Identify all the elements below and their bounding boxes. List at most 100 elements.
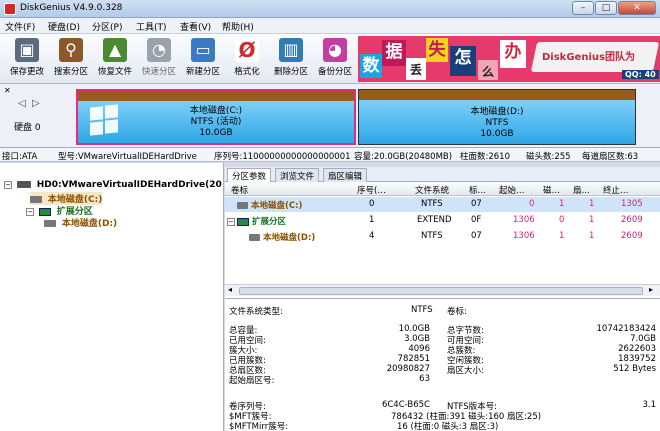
save-button[interactable]: ▣ 保存更改 (6, 38, 48, 82)
minimize-button[interactable]: – (572, 1, 594, 15)
banner-qq: QQ: 40 (622, 70, 659, 79)
detail-value: 3.0GB (404, 334, 430, 344)
menu-disk[interactable]: 硬盘(D) (48, 20, 80, 33)
row-num: 1 (369, 215, 375, 225)
tab-partition-params[interactable]: 分区参数 (227, 168, 272, 182)
extended-partition-icon (237, 217, 249, 226)
partition-table: 卷标 序号(… 文件系统 标… 起始… 磁… 扇… 终止… 本地磁盘(C:) 0… (225, 182, 660, 298)
row-num: 0 (369, 199, 375, 209)
row-label: 本地磁盘(C:) (251, 201, 303, 211)
collapse-icon[interactable]: − (227, 217, 235, 226)
panel-close-icon[interactable]: ✕ (4, 86, 11, 95)
row-id: 0F (471, 215, 482, 225)
format-icon: Ø (235, 38, 259, 62)
prev-disk-icon[interactable]: ◁ (18, 98, 26, 109)
partition-c-fs: NTFS (活动) (190, 117, 242, 127)
row-fs: EXTEND (417, 215, 452, 225)
promo-banner[interactable]: 数 据 丢 失 怎 么 办 DiskGenius团队为 (358, 36, 660, 82)
close-button[interactable]: ✕ (618, 1, 656, 15)
detail-key: 起始扇区号: (229, 376, 275, 386)
partition-icon (30, 196, 42, 203)
save-icon: ▣ (15, 38, 39, 62)
scroll-right-icon[interactable]: ▸ (649, 285, 653, 294)
maximize-button[interactable]: □ (595, 1, 617, 15)
banner-brand-text: DiskGenius团队为 (542, 52, 635, 63)
info-cylinders: 柱面数:2610 (460, 152, 510, 162)
menu-file[interactable]: 文件(F) (5, 20, 35, 33)
scrollbar-thumb[interactable] (239, 287, 643, 295)
row-label: 扩展分区 (252, 217, 287, 227)
partition-block-d[interactable]: 本地磁盘(D:) NTFS 10.0GB (358, 89, 636, 145)
col-filesystem[interactable]: 文件系统 (415, 184, 449, 196)
new-partition-button[interactable]: ▭ 新建分区 (182, 38, 224, 82)
backup-partition-button[interactable]: ◕ 备份分区 (314, 38, 356, 82)
fs-type-label: 文件系统类型: (229, 307, 283, 317)
partition-c-cap (78, 91, 354, 101)
partition-details: 文件系统类型: NTFS 卷标: 总容量: 10.0GB 已用空间: 3.0GB… (225, 298, 660, 431)
col-sector[interactable]: 扇… (573, 184, 590, 196)
recover-files-button[interactable]: ▲ 恢复文件 (94, 38, 136, 82)
col-number[interactable]: 序号(… (357, 184, 386, 196)
detail-value: 10.0GB (398, 324, 430, 334)
tree-partition-d[interactable]: 本地磁盘(D:) (44, 216, 117, 229)
quick-partition-label: 快速分区 (141, 67, 176, 77)
row-id: 07 (471, 231, 482, 241)
partition-c-size: 10.0GB (199, 128, 233, 138)
delete-partition-button[interactable]: ▥ 删除分区 (270, 38, 312, 82)
col-start-cyl[interactable]: 起始… (499, 184, 525, 196)
partition-icon (249, 234, 260, 241)
partition-d-fs: NTFS (485, 118, 509, 128)
row-label: 本地磁盘(D:) (263, 233, 316, 243)
menu-tools[interactable]: 工具(T) (136, 20, 167, 33)
ntfs-version-value: 3.1 (642, 400, 656, 410)
format-button[interactable]: Ø 格式化 (226, 38, 268, 82)
table-row[interactable]: − 扩展分区 1 EXTEND 0F 1306 0 1 2609 (225, 213, 660, 228)
detail-value: 2622603 (618, 344, 656, 354)
banner-char-4: 失 (426, 38, 448, 62)
row-sector: 1 (589, 215, 595, 225)
col-id[interactable]: 标… (469, 184, 486, 196)
row-start: 1306 (513, 231, 535, 241)
menu-partition[interactable]: 分区(P) (92, 20, 122, 33)
tree-disk-hd0[interactable]: − HD0:VMwareVirtualIDEHardDrive(20 (4, 180, 222, 190)
quick-partition-button[interactable]: ◔ 快速分区 (138, 38, 180, 82)
collapse-icon[interactable]: − (26, 207, 34, 216)
horizontal-scrollbar[interactable]: ◂ ▸ (225, 284, 660, 296)
partition-block-c[interactable]: 本地磁盘(C:) NTFS (活动) 10.0GB (76, 89, 356, 145)
detail-value: 782851 (397, 354, 430, 364)
detail-key: 扇区大小: (447, 366, 484, 376)
detail-value: 4096 (408, 344, 430, 354)
menu-help[interactable]: 帮助(H) (222, 20, 254, 33)
row-head: 1 (559, 199, 565, 209)
info-heads: 磁头数:255 (526, 152, 571, 162)
partition-c-name: 本地磁盘(C:) (189, 106, 243, 116)
mftmirr-value: 16 (柱面:0 磁头:3 扇区:3) (397, 422, 499, 431)
banner-char-6: 么 (478, 60, 498, 80)
tab-sector-edit[interactable]: 扇区编辑 (323, 168, 368, 182)
row-fs: NTFS (421, 231, 443, 241)
search-partition-label: 搜索分区 (53, 67, 88, 77)
disk-info-bar: 接口:ATA 型号:VMwareVirtualIDEHardDrive 序列号:… (0, 148, 660, 162)
tree-partition-d-label: 本地磁盘(D:) (61, 219, 118, 229)
tab-browse-files[interactable]: 浏览文件 (275, 168, 320, 182)
disk-label: 硬盘 0 (14, 123, 41, 133)
menu-bar: 文件(F) 硬盘(D) 分区(P) 工具(T) 查看(V) 帮助(H) (0, 18, 660, 34)
collapse-icon[interactable]: − (4, 180, 12, 189)
row-end: 2609 (621, 215, 643, 225)
tree-disk-label: HD0:VMwareVirtualIDEHardDrive(20 (36, 180, 222, 190)
title-bar: DiskGenius V4.9.0.328 – □ ✕ (0, 0, 660, 18)
new-partition-label: 新建分区 (185, 67, 220, 77)
col-head[interactable]: 磁… (543, 184, 560, 196)
table-row[interactable]: 本地磁盘(D:) 4 NTFS 07 1306 1 1 2609 (225, 229, 660, 244)
col-end-cyl[interactable]: 终止… (603, 184, 629, 196)
table-row[interactable]: 本地磁盘(C:) 0 NTFS 07 0 1 1 1305 (225, 197, 660, 212)
partition-d-size: 10.0GB (480, 129, 514, 139)
disk-tree: − HD0:VMwareVirtualIDEHardDrive(20 本地磁盘(… (0, 163, 224, 431)
search-partition-button[interactable]: ⚲ 搜索分区 (50, 38, 92, 82)
partition-d-cap (359, 90, 635, 100)
next-disk-icon[interactable]: ▷ (32, 98, 40, 109)
col-volume-label[interactable]: 卷标 (231, 184, 248, 196)
detail-value: 20980827 (386, 364, 430, 374)
scroll-left-icon[interactable]: ◂ (228, 285, 232, 294)
menu-view[interactable]: 查看(V) (180, 20, 211, 33)
